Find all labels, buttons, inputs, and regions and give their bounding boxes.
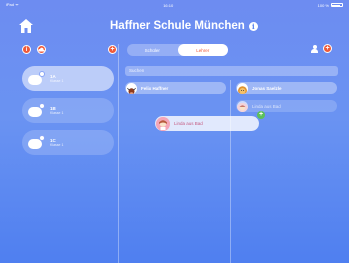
tab-schueler[interactable]: Schüler xyxy=(127,44,178,56)
right-toolbar: + xyxy=(311,44,332,53)
class-sub: Klasse 1 xyxy=(50,110,64,115)
bull-avatar-icon xyxy=(126,84,137,94)
role-segmented-control: Schüler Lehrer xyxy=(127,44,228,56)
class-text: 1B Klasse 1 xyxy=(50,106,63,116)
teacher-name: Linda aus Bad xyxy=(252,103,281,109)
tab-lehrer[interactable]: Lehrer xyxy=(177,44,228,56)
lion-avatar-icon xyxy=(237,84,248,94)
school-name: Haffner Schule München xyxy=(110,20,245,32)
badge-icon xyxy=(39,70,45,77)
class-item-1b[interactable]: 1B Klasse 1 xyxy=(22,98,114,123)
student-avatar-icon xyxy=(156,116,170,131)
class-sub: Klasse 1 xyxy=(50,78,64,83)
avatar xyxy=(156,116,170,131)
status-carrier: iPad ᯤ xyxy=(6,2,19,7)
teacher-name: Linda aus Bad xyxy=(174,121,203,126)
class-sub: Klasse 1 xyxy=(50,142,64,147)
teacher-item[interactable]: Felix Haffner xyxy=(125,82,226,94)
class-avatar xyxy=(28,102,45,117)
class-avatar xyxy=(28,134,45,149)
teacher-item[interactable]: Linda aus Bad xyxy=(236,100,337,112)
left-panel-divider xyxy=(118,44,119,263)
class-text: 1A Klasse 1 xyxy=(50,74,63,84)
status-battery-group: 100 % xyxy=(318,3,343,8)
badge-icon xyxy=(39,134,45,141)
search-input[interactable] xyxy=(125,66,338,76)
page-title: Haffner Schule München i xyxy=(110,20,270,32)
teacher-name: Jonas Saelzle xyxy=(252,85,282,91)
class-item-1c[interactable]: 1C Klasse 1 xyxy=(22,130,114,155)
cloud-button[interactable] xyxy=(37,45,46,54)
info-icon[interactable]: i xyxy=(248,21,258,31)
info-red-button[interactable]: i xyxy=(22,45,31,54)
battery-icon xyxy=(330,3,343,7)
person-icon[interactable] xyxy=(311,44,318,53)
student-avatar-icon xyxy=(237,102,248,112)
home-icon[interactable] xyxy=(18,18,34,34)
avatar xyxy=(126,82,137,94)
add-class-button[interactable]: + xyxy=(108,45,117,54)
column-divider xyxy=(230,80,231,263)
avatar xyxy=(237,82,248,94)
class-text: 1C Klasse 1 xyxy=(50,138,63,148)
teacher-name: Felix Haffner xyxy=(141,85,169,91)
drop-add-badge: + xyxy=(257,111,265,119)
badge-icon xyxy=(39,102,45,109)
cloud-icon xyxy=(38,47,45,52)
avatar xyxy=(237,100,248,112)
dragging-teacher-chip[interactable]: Linda aus Bad xyxy=(155,116,259,131)
class-item-1a[interactable]: 1A Klasse 1 xyxy=(22,66,114,91)
status-time: 16:10 xyxy=(163,2,174,8)
status-bar: iPad ᯤ 16:10 100 % xyxy=(0,0,349,10)
class-avatar xyxy=(28,70,45,85)
status-battery-text: 100 % xyxy=(317,2,329,8)
info-red-icon: i xyxy=(25,47,28,53)
teacher-item[interactable]: Jonas Saelzle xyxy=(236,82,337,94)
app-screen: iPad ᯤ 16:10 100 % Haffner Schule Münche… xyxy=(0,0,349,263)
add-teacher-button[interactable]: + xyxy=(323,44,332,53)
